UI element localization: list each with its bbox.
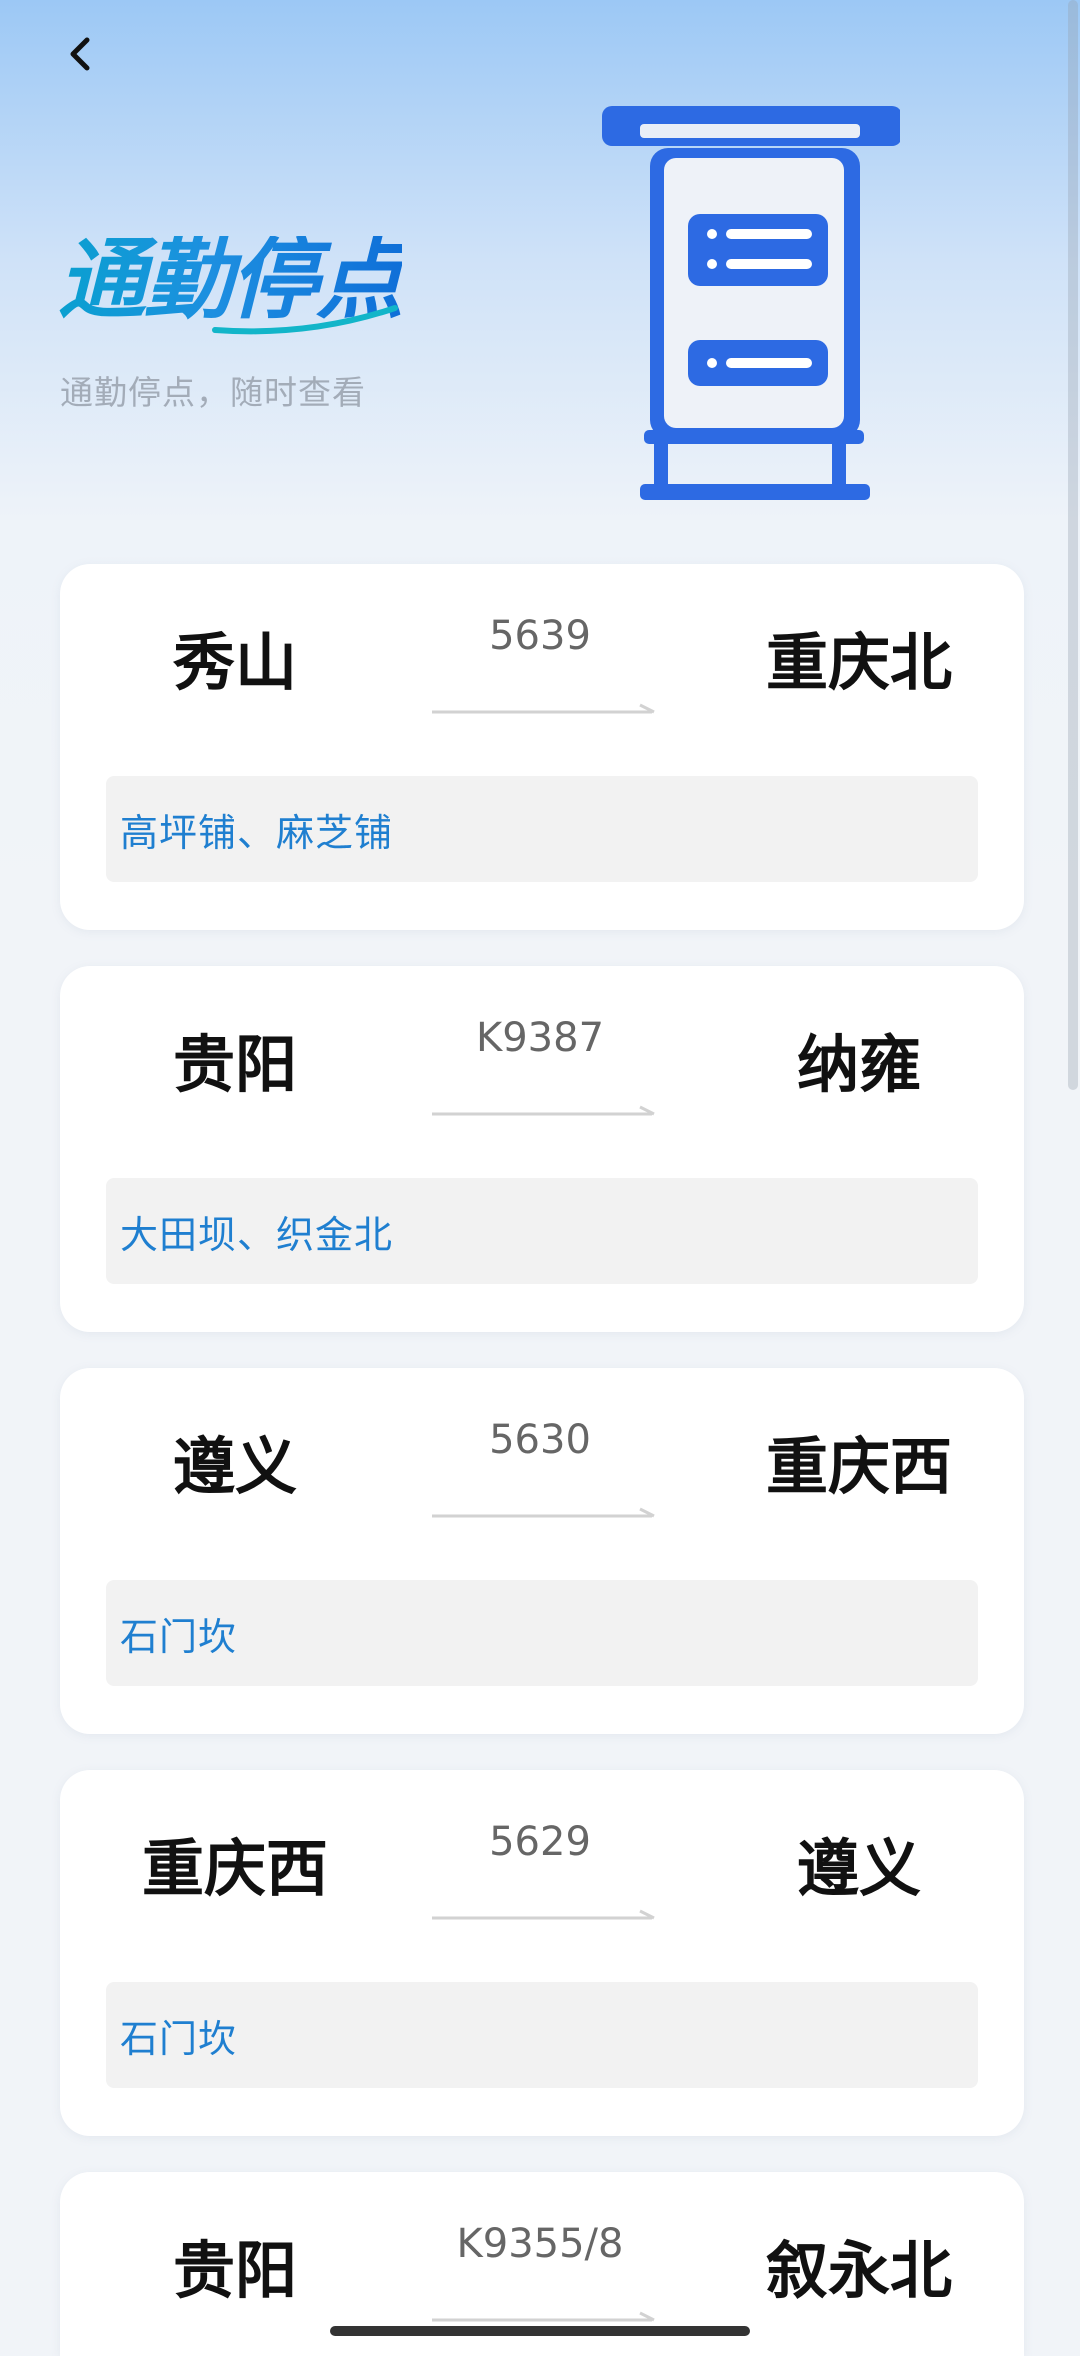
arrival-station: 叙永北 (765, 2234, 952, 2307)
arrow-right-icon (432, 1507, 655, 1518)
train-card[interactable]: 贵阳 K9387 纳雍 大田坝、织金北 (60, 966, 1024, 1332)
arrival-station: 重庆西 (765, 1430, 952, 1503)
train-number: 5629 (489, 1819, 591, 1865)
title-swoosh-decoration (212, 305, 398, 335)
departure-station: 重庆西 (141, 1832, 328, 1905)
stops-list: 石门坎 (106, 1580, 978, 1686)
arrow-right-icon (432, 2311, 655, 2322)
train-card[interactable]: 遵义 5630 重庆西 石门坎 (60, 1368, 1024, 1734)
departure-station: 贵阳 (172, 1028, 297, 1101)
train-number: 5639 (489, 613, 591, 659)
arrow-right-icon (432, 1105, 655, 1116)
arrow-right-icon (432, 1909, 655, 1920)
departure-station: 遵义 (172, 1430, 297, 1503)
arrow-right-icon (432, 703, 655, 714)
departure-station: 秀山 (172, 626, 297, 699)
scrollbar[interactable] (1068, 0, 1078, 1090)
train-number: K9355/8 (456, 2221, 624, 2267)
page-subtitle: 通勤停点，随时查看 (60, 373, 366, 412)
train-number: 5630 (489, 1417, 591, 1463)
stops-list: 大田坝、织金北 (106, 1178, 978, 1284)
arrival-station: 纳雍 (796, 1028, 921, 1101)
train-card[interactable]: 秀山 5639 重庆北 高坪铺、麻芝铺 (60, 564, 1024, 930)
kiosk-sign-icon (602, 106, 900, 500)
home-indicator[interactable] (330, 2326, 750, 2336)
departure-station: 贵阳 (172, 2234, 297, 2307)
arrival-station: 遵义 (796, 1832, 921, 1905)
back-button[interactable] (56, 30, 104, 78)
chevron-left-icon (70, 37, 90, 71)
stops-list: 石门坎 (106, 1982, 978, 2088)
train-card[interactable]: 重庆西 5629 遵义 石门坎 (60, 1770, 1024, 2136)
arrival-station: 重庆北 (765, 626, 952, 699)
train-number: K9387 (475, 1015, 605, 1061)
stops-list: 高坪铺、麻芝铺 (106, 776, 978, 882)
